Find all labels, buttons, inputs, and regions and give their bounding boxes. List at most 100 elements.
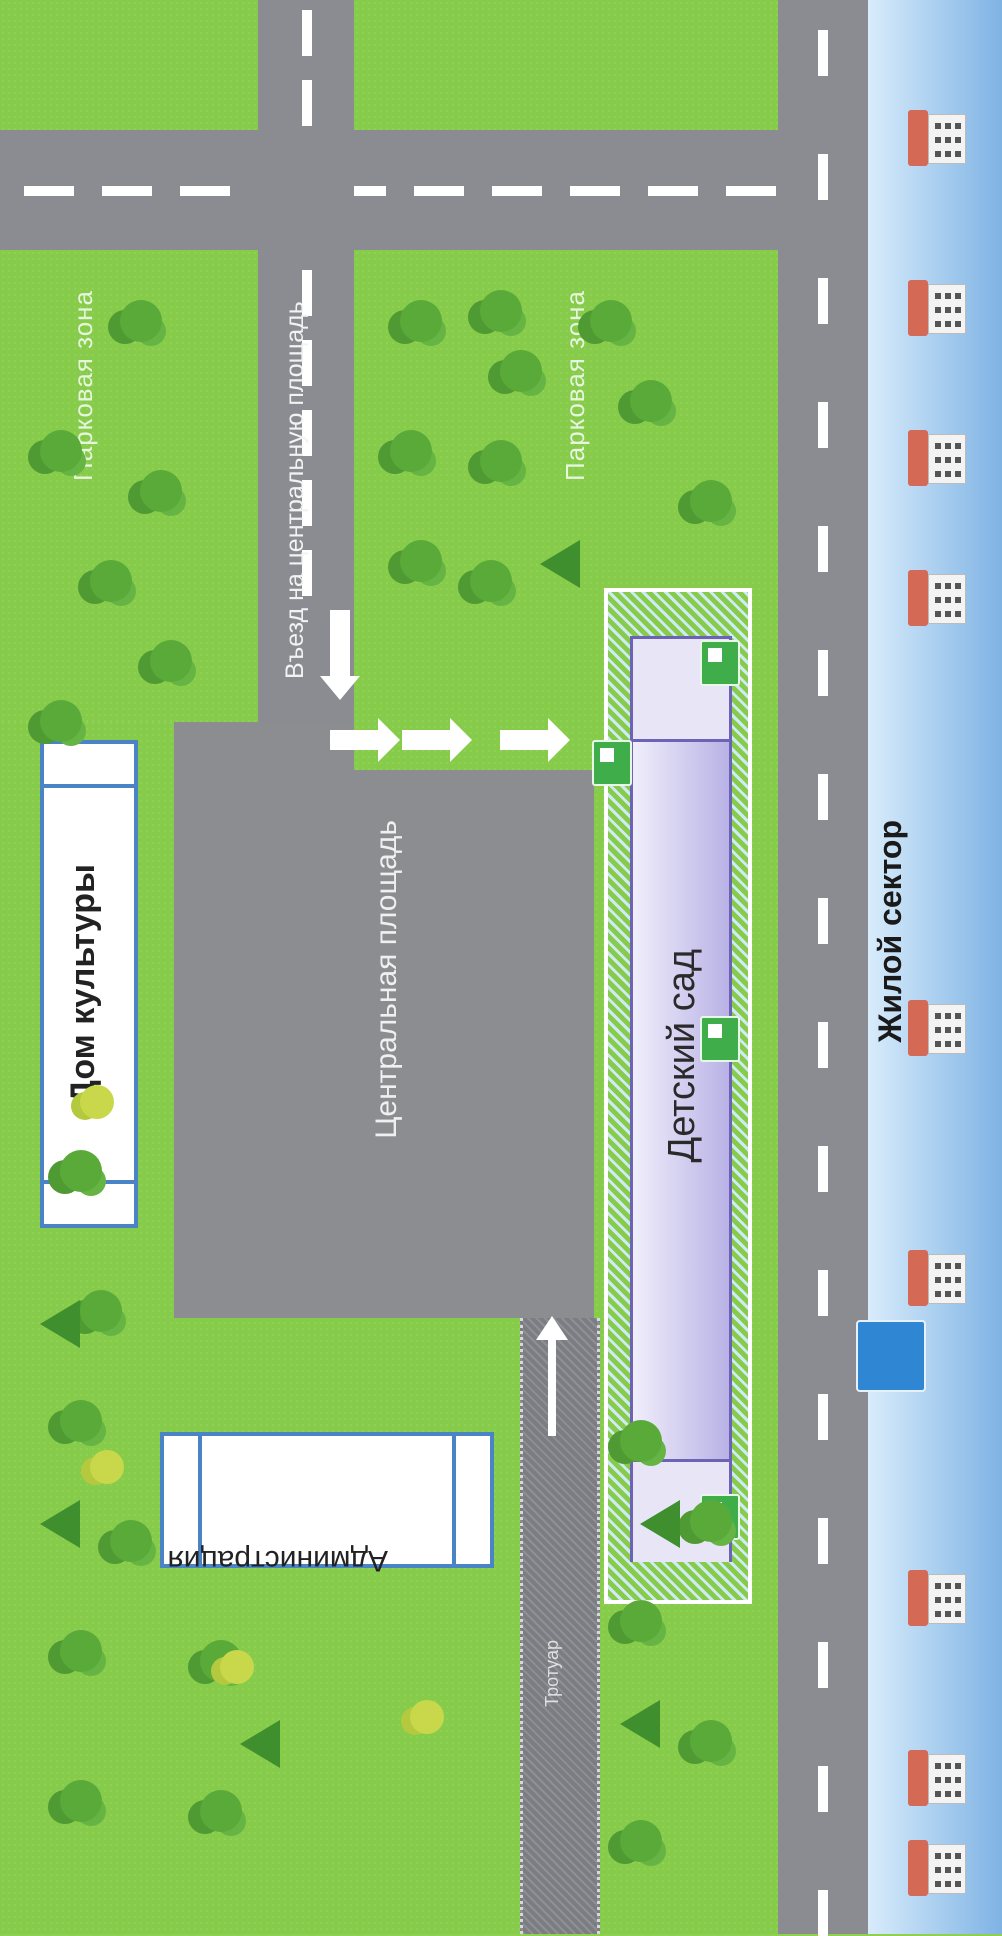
arrow-icon [330,718,400,762]
house-window [945,137,951,143]
tree-icon [240,1720,280,1768]
tree-icon [60,1400,102,1442]
house-icon [908,430,966,486]
house-icon [908,1000,966,1056]
road-marking [818,774,828,820]
road-marking [818,526,828,572]
house-window [945,1263,951,1269]
house-window [935,1881,941,1887]
house-window [945,1763,951,1769]
road-marking [818,154,828,200]
house-window [945,1277,951,1283]
road-marking [818,1766,828,1812]
house-icon [908,1750,966,1806]
house-window [945,123,951,129]
house-window [955,1277,961,1283]
house-roof [908,110,928,166]
house-window [945,583,951,589]
house-icon [908,1840,966,1896]
house-window [955,151,961,157]
house-window [955,443,961,449]
house-window [955,583,961,589]
house-window [935,443,941,449]
tree-icon [620,1820,662,1862]
house-wall [928,1254,966,1304]
road-marking [818,1642,828,1688]
house-wall [928,1004,966,1054]
road-marking [180,186,230,196]
house-window [955,1597,961,1603]
grass-top-left [0,0,258,130]
tree-icon [620,1420,662,1462]
culture-house-label: Дом культуры [64,864,102,1105]
house-window [935,1041,941,1047]
tree-icon [60,1150,102,1192]
culture-house-end-top [40,740,138,788]
tree-icon [690,1720,732,1762]
house-window [935,1853,941,1859]
road-marking [818,1518,828,1564]
house-window [945,321,951,327]
house-window [935,1867,941,1873]
tree-icon [80,1085,114,1119]
house-window [955,457,961,463]
house-wall [928,284,966,334]
house-window [935,1277,941,1283]
arrow-icon [532,1316,572,1436]
tree-icon [480,440,522,482]
house-roof [908,1250,928,1306]
children-crossing-sign-icon [700,640,740,686]
tree-icon [120,300,162,342]
house-window [945,1611,951,1617]
administration-building: Администрация [160,1432,494,1577]
road-marking [24,186,74,196]
tree-icon [150,640,192,682]
administration-end-right [452,1432,494,1568]
house-window [955,123,961,129]
house-roof [908,1750,928,1806]
house-wall [928,574,966,624]
house-window [945,457,951,463]
tree-icon [200,1790,242,1832]
house-window [955,1041,961,1047]
tree-icon [80,1290,122,1332]
house-window [955,1777,961,1783]
road-marking [818,1270,828,1316]
house-window [955,1853,961,1859]
residential-label: Жилой сектор [872,820,908,1043]
house-window [955,1027,961,1033]
children-crossing-sign-icon [592,740,632,786]
arrow-icon [402,718,472,762]
house-window [935,1597,941,1603]
tree-icon [690,480,732,522]
house-icon [908,280,966,336]
house-wall [928,434,966,484]
road-marking [818,1394,828,1440]
tree-icon [40,1500,80,1548]
road-marking [726,186,776,196]
tree-icon [470,560,512,602]
road-marking [818,1890,828,1936]
children-crossing-sign-icon [700,1016,740,1062]
sign-symbol [708,648,722,662]
tree-icon [590,300,632,342]
kindergarten-label: Детский сад [661,949,703,1163]
tree-icon [60,1780,102,1822]
house-window [935,307,941,313]
road-marking [818,402,828,448]
road-marking [302,10,312,56]
house-window [955,1263,961,1269]
house-icon [908,1250,966,1306]
road-marking [648,186,698,196]
house-roof [908,430,928,486]
house-window [945,1597,951,1603]
house-window [935,293,941,299]
tree-icon [220,1650,254,1684]
house-window [935,1583,941,1589]
road-marking [492,186,542,196]
house-roof [908,280,928,336]
pedestrian-crossing-sign-icon [856,1320,926,1392]
house-window [945,307,951,313]
house-roof [908,1000,928,1056]
house-window [935,471,941,477]
